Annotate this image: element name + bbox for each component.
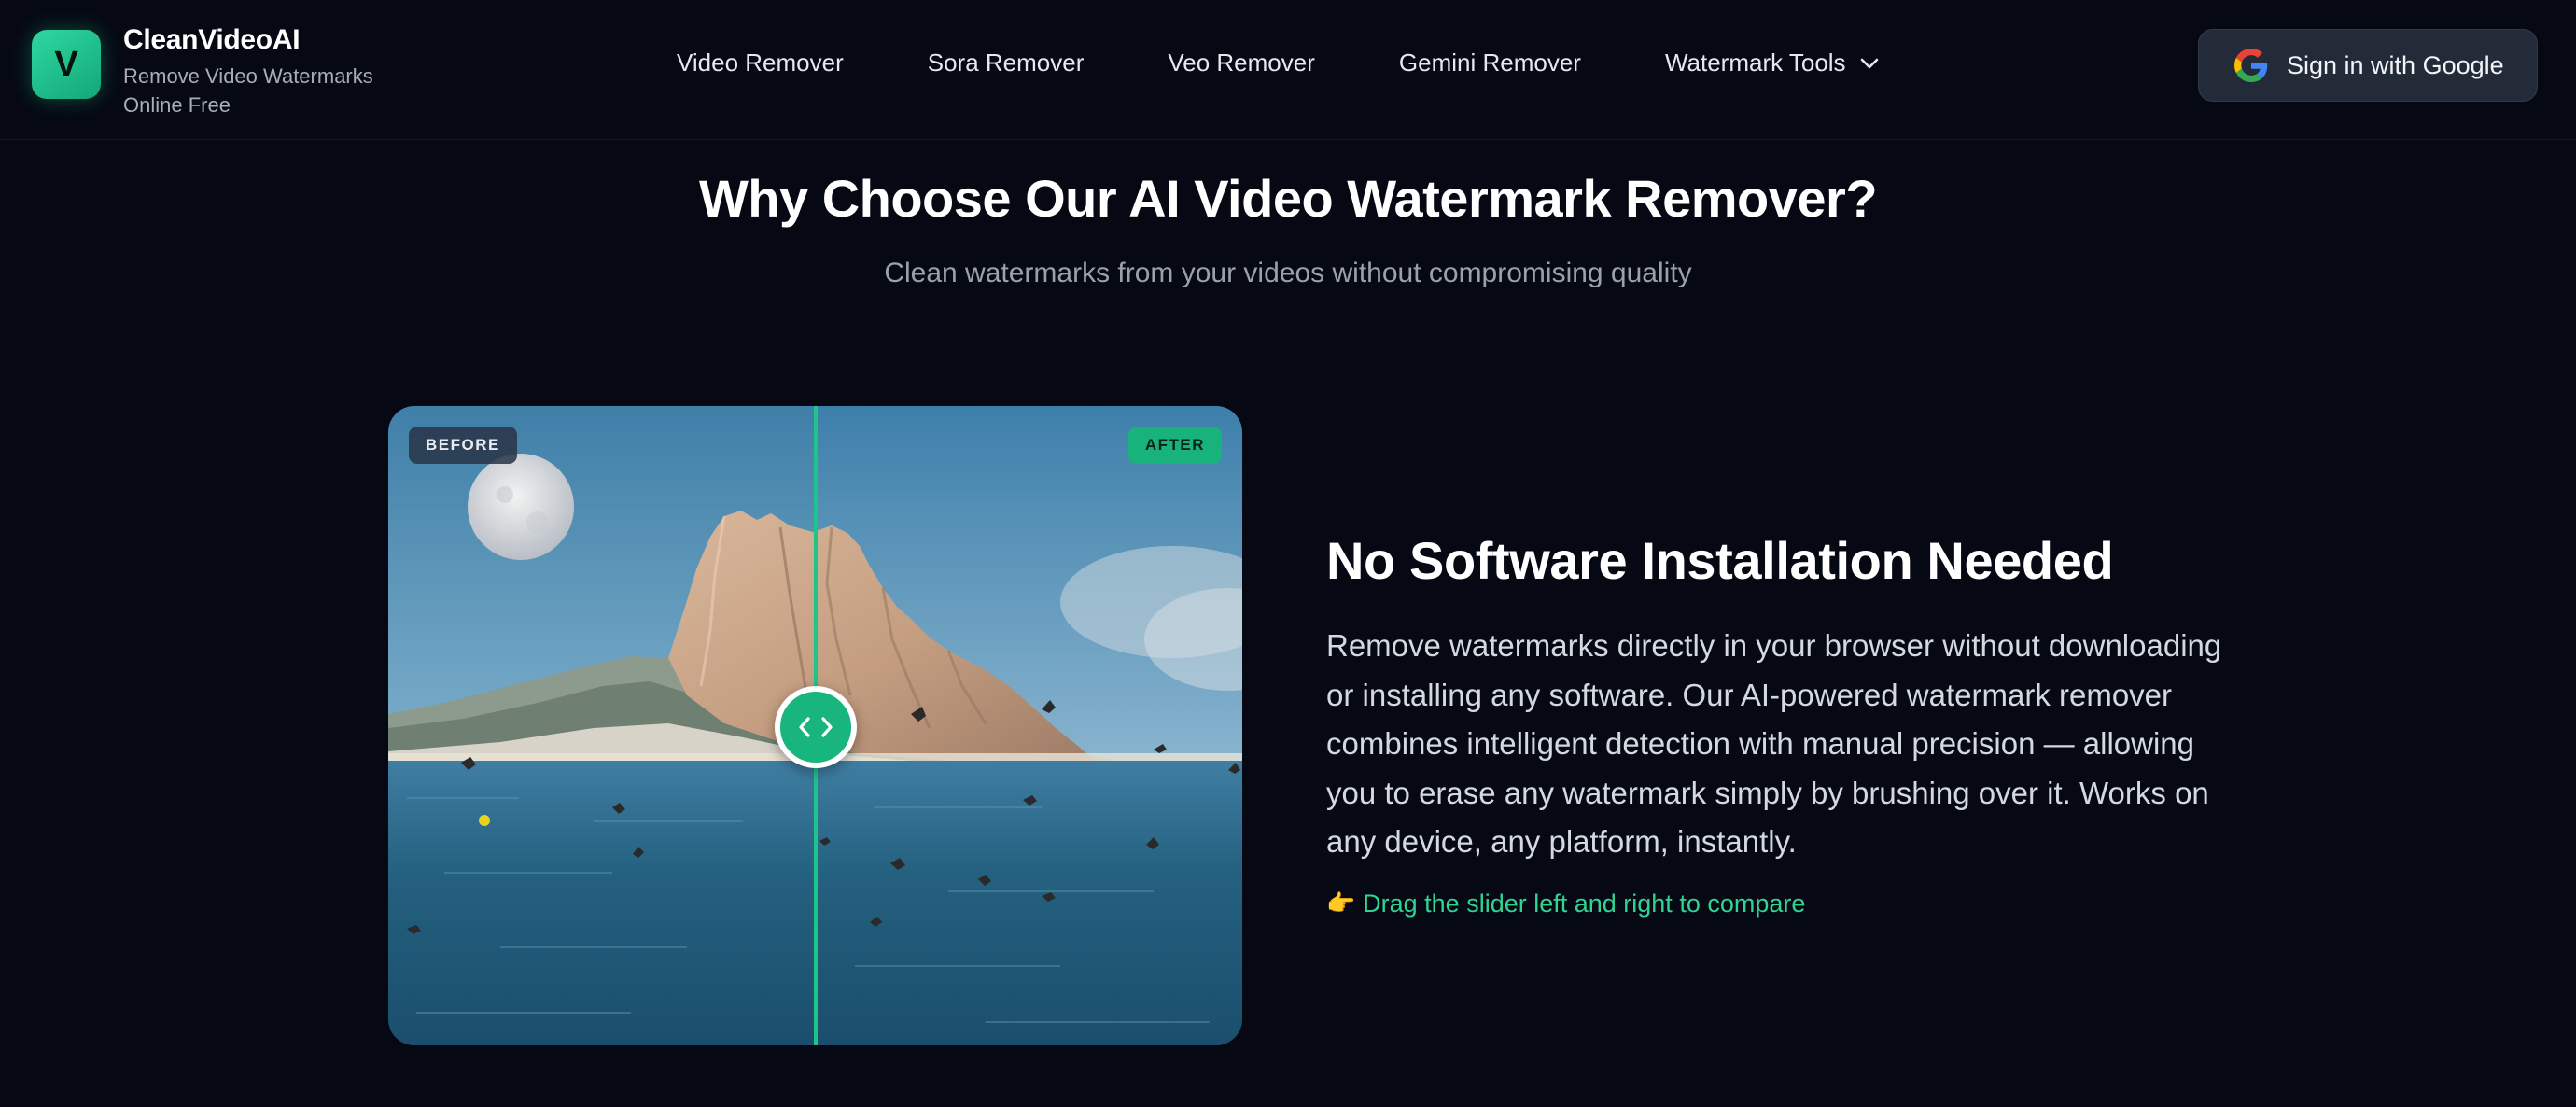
nav-sora-remover[interactable]: Sora Remover	[928, 49, 1085, 77]
before-label: BEFORE	[426, 436, 500, 454]
slider-handle[interactable]	[775, 686, 857, 768]
nav-label: Video Remover	[677, 49, 844, 77]
chevron-down-icon	[1859, 57, 1880, 70]
logo-letter: V	[54, 44, 78, 84]
feature-title: No Software Installation Needed	[1326, 531, 2114, 590]
brand-logo-link[interactable]: V CleanVideoAI Remove Video Watermarks O…	[32, 24, 394, 119]
section-subtitle: Clean watermarks from your videos withou…	[884, 258, 1692, 288]
nav-label: Gemini Remover	[1398, 49, 1581, 77]
pointing-hand-icon: 👉	[1326, 890, 1356, 917]
nav-gemini-remover[interactable]: Gemini Remover	[1399, 49, 1581, 77]
before-badge: BEFORE	[409, 427, 517, 464]
sign-in-with-google-button[interactable]: Sign in with Google	[2198, 29, 2538, 102]
nav-label: Sora Remover	[927, 49, 1085, 77]
slider-hint: 👉 Drag the slider left and right to comp…	[1326, 890, 1805, 918]
brand-name: CleanVideoAI	[123, 24, 301, 55]
google-g-icon	[2234, 49, 2268, 82]
hint-text: Drag the slider left and right to compar…	[1363, 890, 1806, 918]
brand-text: CleanVideoAI Remove Video Watermarks Onl…	[123, 24, 394, 119]
section-title: Why Choose Our AI Video Watermark Remove…	[698, 169, 1878, 228]
after-label: AFTER	[1144, 436, 1205, 454]
nav-label: Watermark Tools	[1664, 49, 1846, 77]
chevrons-left-right-icon	[799, 717, 833, 737]
before-after-compare-slider[interactable]: BEFORE AFTER	[388, 406, 1242, 1045]
logo-badge: V	[32, 30, 101, 99]
nav-veo-remover[interactable]: Veo Remover	[1168, 49, 1315, 77]
nav-video-remover[interactable]: Video Remover	[677, 49, 844, 77]
brand-tagline: Remove Video Watermarks Online Free	[123, 64, 373, 117]
feature-description: Remove watermarks directly in your brows…	[1326, 628, 2222, 859]
main-nav: Video Remover Sora Remover Veo Remover G…	[677, 49, 1880, 77]
site-header: V CleanVideoAI Remove Video Watermarks O…	[0, 0, 2576, 140]
nav-watermark-tools-dropdown[interactable]: Watermark Tools	[1665, 49, 1880, 77]
sign-in-label: Sign in with Google	[2287, 50, 2504, 79]
nav-label: Veo Remover	[1168, 49, 1315, 77]
after-badge: AFTER	[1127, 427, 1222, 464]
